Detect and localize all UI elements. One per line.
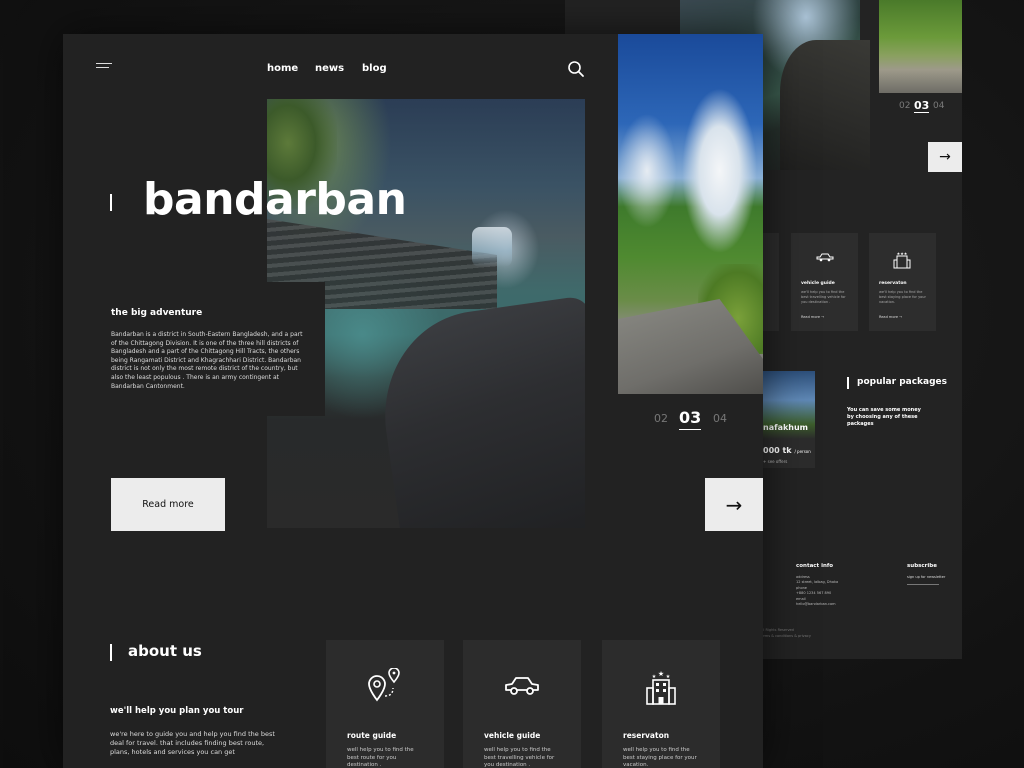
car-icon (815, 251, 835, 265)
hero-title: bandarban (143, 174, 407, 225)
package-price: 000 tk / person (763, 446, 811, 455)
contact-line: phone (796, 586, 807, 590)
contact-line: 12 street, lalbag, Dhaka (796, 580, 839, 584)
contact-info-title: contact info (796, 563, 834, 569)
service-card-reservation[interactable]: ★ ★ ★ reservaton well help you to find t… (602, 640, 720, 768)
contact-line: email (796, 597, 806, 601)
popular-packages-title: popular packages (857, 377, 948, 387)
nav-news[interactable]: news (315, 63, 344, 74)
section-marker (847, 377, 849, 389)
contact-line: hello@bandarban.com (796, 602, 836, 606)
contact-line: +880 1234 567 890 (796, 591, 832, 595)
svg-text:★: ★ (652, 674, 657, 680)
pager-prev[interactable]: 02 (899, 101, 910, 111)
pager-next[interactable]: 04 (933, 101, 944, 111)
route-icon (326, 668, 444, 702)
read-more-button[interactable]: Read more (111, 478, 225, 531)
about-description: we're here to guide you and help you fin… (110, 730, 275, 756)
service-title: route guide (347, 731, 397, 740)
nav-home[interactable]: home (267, 63, 298, 74)
svg-text:★: ★ (658, 670, 664, 678)
read-more-link[interactable]: Read more → (801, 315, 824, 319)
front-page-mockup: home news blog bandarban the big adventu… (63, 34, 763, 768)
intro-box: the big adventure Bandarban is a distric… (96, 282, 325, 416)
service-card-reservation: ★★★ reservaton we'll help you to find th… (869, 233, 936, 331)
side-road-photo (618, 34, 763, 394)
package-extra: + see offers (763, 459, 788, 464)
service-title: vehicle guide (484, 731, 541, 740)
package-name: nafakhum (763, 423, 809, 432)
nav-blog[interactable]: blog (362, 63, 387, 74)
hero-subtitle: the big adventure (111, 308, 203, 318)
pager-prev[interactable]: 02 (654, 412, 668, 425)
title-marker (110, 194, 112, 211)
service-card-vehicle[interactable]: vehicle guide well help you to find the … (463, 640, 581, 768)
contact-line: address (796, 575, 810, 579)
hotel-icon: ★ ★ ★ (602, 668, 720, 706)
search-icon[interactable] (567, 60, 585, 78)
service-card-route[interactable]: route guide well help you to find the be… (326, 640, 444, 768)
hamburger-menu-icon[interactable] (96, 63, 112, 72)
hero-description: Bandarban is a district in South-Eastern… (111, 331, 303, 390)
section-marker (110, 644, 112, 661)
next-arrow-button[interactable]: → (705, 478, 763, 531)
service-desc: we'll help you to find the best travelli… (801, 290, 846, 304)
subscribe-desc: sign up for newsletter (907, 575, 946, 579)
pager-current[interactable]: 03 (914, 99, 930, 113)
pager-current[interactable]: 03 (679, 408, 702, 430)
service-desc: well help you to find the best route for… (347, 747, 414, 768)
service-desc: well help you to find the best staying p… (623, 747, 697, 768)
about-us-title: about us (128, 642, 202, 660)
popular-packages-desc: You can save some money by choosing any … (847, 407, 921, 427)
service-card-partial (763, 233, 779, 331)
svg-text:★★★: ★★★ (897, 251, 908, 256)
about-subtitle: we'll help you plan you tour (110, 706, 244, 716)
subscribe-input[interactable] (907, 584, 939, 585)
package-card-nafakhum[interactable]: nafakhum 000 tk / person + see offers (763, 371, 815, 468)
service-title: vehicle guide (801, 281, 835, 286)
service-desc: we'll help you to find the best staying … (879, 290, 926, 304)
service-card-vehicle: vehicle guide we'll help you to find the… (791, 233, 858, 331)
car-icon (463, 668, 581, 702)
pager-next[interactable]: 04 (713, 412, 727, 425)
next-arrow-button[interactable]: → (928, 142, 962, 172)
read-more-link[interactable]: Read more → (879, 315, 902, 319)
service-title: reservaton (879, 281, 907, 286)
road-photo-thumb (879, 0, 962, 93)
copyright: All Rights Reserved terms & conditions &… (760, 628, 811, 638)
service-desc: well help you to find the best travellin… (484, 747, 555, 768)
service-title: reservaton (623, 731, 670, 740)
subscribe-title: subscribe (907, 563, 937, 569)
svg-text:★: ★ (666, 674, 671, 680)
hotel-icon: ★★★ (893, 251, 911, 272)
